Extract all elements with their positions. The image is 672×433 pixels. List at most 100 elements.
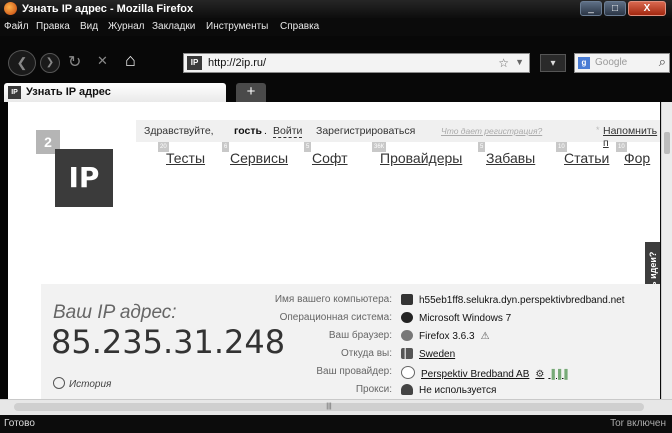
nav-badge: 20 — [158, 142, 169, 152]
provider-icon — [401, 366, 415, 379]
info-value: Microsoft Windows 7 — [401, 312, 511, 324]
info-row: Операционная система: Microsoft Windows … — [41, 312, 660, 328]
computer-icon — [401, 294, 413, 305]
nav-label: Статьи — [564, 150, 610, 166]
login-link[interactable]: Войти — [273, 125, 303, 138]
new-tab-button[interactable]: + — [236, 83, 266, 102]
info-label: Откуда вы: — [341, 348, 392, 359]
window-controls: _ □ X — [580, 1, 666, 16]
info-label: Имя вашего компьютера: — [274, 294, 392, 305]
nav-articles[interactable]: 10 Статьи — [556, 142, 610, 166]
nav-badge: 5 — [478, 142, 486, 152]
firefox-icon — [401, 330, 413, 341]
search-box[interactable]: g Google ⌕ — [574, 53, 670, 73]
info-value[interactable]: Sweden — [401, 348, 455, 360]
info-value: Не используется — [401, 384, 496, 396]
stop-icon[interactable]: ✕ — [97, 53, 108, 69]
horizontal-scroll-thumb[interactable]: ||| — [14, 403, 644, 411]
search-placeholder: Google — [595, 57, 628, 68]
windows-icon — [401, 312, 413, 323]
info-label: Ваш браузер: — [328, 330, 392, 341]
nav-software[interactable]: 5 Софт — [304, 142, 348, 166]
page-content: 2 IP Здравствуйте, гость . Войти Зарегис… — [8, 102, 660, 399]
spy-icon — [401, 384, 413, 395]
info-label: Операционная система: — [279, 312, 392, 323]
menu-help[interactable]: Справка — [280, 21, 319, 32]
info-row: Откуда вы: Sweden — [41, 348, 660, 364]
nav-badge: 36К — [372, 142, 387, 152]
bookmark-star-icon[interactable]: ☆ — [498, 56, 509, 70]
menu-bar: Файл Правка Вид Журнал Закладки Инструме… — [0, 19, 672, 35]
menu-tools[interactable]: Инструменты — [206, 21, 268, 32]
info-value: h55eb1ff8.selukra.dyn.perspektivbredband… — [401, 294, 625, 306]
tor-status[interactable]: Tor включен — [610, 418, 666, 429]
why-register-link[interactable]: Что дает регистрация? — [441, 126, 542, 136]
vertical-scrollbar[interactable] — [661, 102, 672, 399]
nav-tests[interactable]: 20 Тесты — [158, 142, 206, 166]
forward-arrow-icon[interactable]: ❯ — [40, 53, 60, 73]
close-button[interactable]: X — [628, 1, 666, 16]
search-icon[interactable]: ⌕ — [659, 54, 666, 70]
info-value[interactable]: Perspektiv Bredband AB ⚙ ▐▐▐ — [401, 366, 568, 380]
nav-fun[interactable]: 5 Забавы — [478, 142, 536, 166]
warning-icon: ⚠ — [480, 331, 490, 342]
info-row: Ваш браузер: Firefox 3.6.3 ⚠ — [41, 330, 660, 346]
menu-bookmarks[interactable]: Закладки — [152, 21, 195, 32]
ip-panel: Ваш IP адрес: 85.235.31.248 История Имя … — [41, 284, 660, 399]
nav-label: Провайдеры — [380, 150, 463, 166]
navigation-bar: ❮ ❯ ↻ ✕ ⌂ IP http://2ip.ru/ ☆ ▼ ▾ g Goog… — [0, 36, 672, 80]
nav-label: Тесты — [166, 150, 206, 166]
nav-forum[interactable]: 10 Фор — [616, 142, 651, 166]
nav-services[interactable]: 6 Сервисы — [222, 142, 289, 166]
gear-icon[interactable]: ⚙ — [535, 369, 544, 380]
info-value: Firefox 3.6.3 ⚠ — [401, 330, 490, 342]
address-bar[interactable]: IP http://2ip.ru/ ☆ ▼ — [183, 53, 530, 73]
google-icon: g — [578, 57, 590, 69]
vertical-scroll-thumb[interactable] — [664, 132, 670, 154]
nav-badge: 10 — [556, 142, 567, 152]
search-engine-selector[interactable]: ▾ — [540, 54, 566, 72]
tab-active[interactable]: IP Узнать IP адрес — [4, 83, 226, 102]
url-dropdown-icon[interactable]: ▼ — [515, 57, 524, 67]
minimize-button[interactable]: _ — [580, 1, 602, 16]
nav-badge: 10 — [616, 142, 627, 152]
remind-link[interactable]: Напомнить п — [603, 125, 660, 149]
menu-view[interactable]: Вид — [80, 21, 98, 32]
info-label: Прокси: — [355, 384, 392, 395]
signal-bars-icon: ▐▐▐ — [548, 369, 568, 379]
info-label: Ваш провайдер: — [316, 366, 392, 377]
maximize-button[interactable]: □ — [604, 1, 626, 16]
back-arrow-icon[interactable]: ❮ — [8, 50, 36, 76]
firefox-icon — [4, 2, 17, 15]
tab-title: Узнать IP адрес — [26, 86, 111, 98]
nav-label: Фор — [624, 150, 651, 166]
menu-file[interactable]: Файл — [4, 21, 29, 32]
nav-label: Забавы — [486, 150, 536, 166]
site-favicon-icon: IP — [187, 56, 202, 70]
tab-bar: IP Узнать IP адрес + — [0, 80, 672, 102]
nav-label: Сервисы — [230, 150, 289, 166]
tab-favicon-icon: IP — [8, 86, 21, 99]
nav-badge: 5 — [304, 142, 312, 152]
url-text[interactable]: http://2ip.ru/ — [208, 57, 266, 69]
window-title: Узнать IP адрес - Mozilla Firefox — [22, 3, 194, 15]
register-link[interactable]: Зарегистрироваться — [316, 125, 415, 137]
greeting-bar: Здравствуйте, гость . Войти Зарегистриро… — [136, 120, 660, 149]
status-bar: Готово Tor включен — [0, 415, 672, 433]
nav-label: Софт — [312, 150, 348, 166]
guest-name: гость — [234, 125, 262, 137]
horizontal-scrollbar[interactable]: ||| — [0, 399, 672, 415]
left-frame — [0, 102, 8, 399]
flag-icon — [401, 348, 413, 359]
info-row: Прокси: Не используется — [41, 384, 660, 399]
greeting-text: Здравствуйте, — [144, 125, 214, 137]
logo-ip: IP — [55, 149, 113, 207]
info-row: Имя вашего компьютера: h55eb1ff8.selukra… — [41, 294, 660, 310]
title-bar: Узнать IP адрес - Mozilla Firefox _ □ X — [0, 0, 672, 18]
nav-badge: 6 — [222, 142, 230, 152]
menu-history[interactable]: Журнал — [108, 21, 145, 32]
reload-icon[interactable]: ↻ — [68, 52, 81, 72]
home-icon[interactable]: ⌂ — [125, 50, 136, 71]
nav-providers[interactable]: 36К Провайдеры — [372, 142, 463, 166]
menu-edit[interactable]: Правка — [36, 21, 70, 32]
